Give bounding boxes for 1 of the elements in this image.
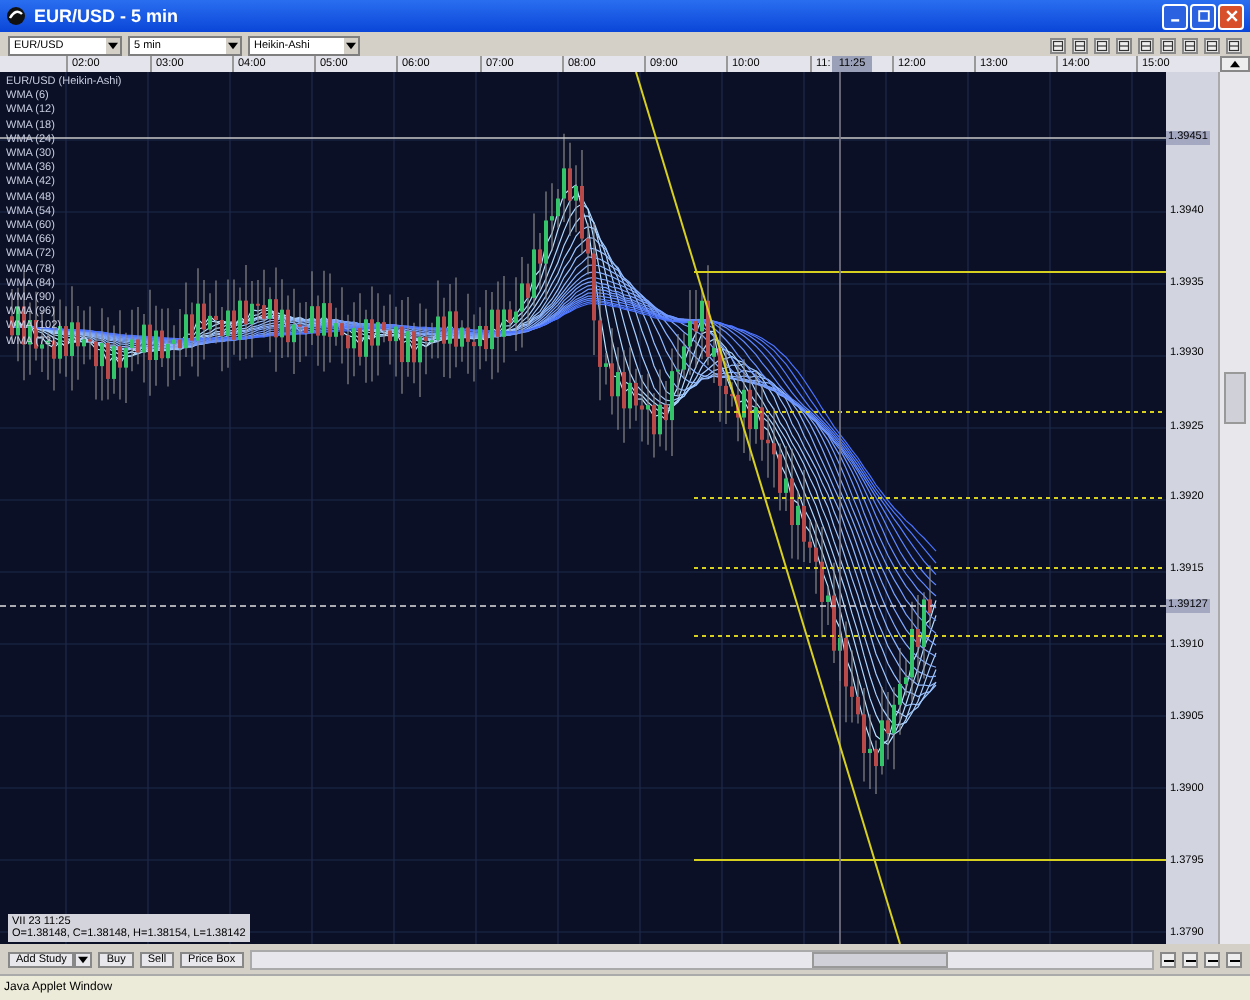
window-title: EUR/USD - 5 min (34, 6, 179, 26)
